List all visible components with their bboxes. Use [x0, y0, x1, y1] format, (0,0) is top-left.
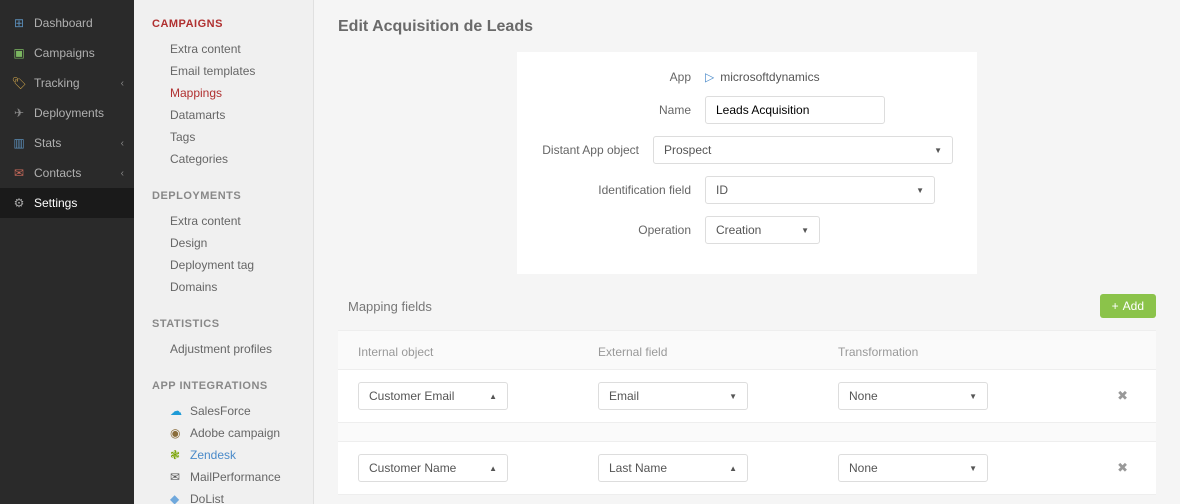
nav-label: Deployments	[34, 106, 104, 120]
sidebar-item-zendesk[interactable]: ❃Zendesk	[152, 444, 313, 466]
stats-icon: ▥	[12, 136, 26, 150]
caret-up-icon: ▲	[729, 464, 737, 473]
sidebar-item-extra-content-d[interactable]: Extra content	[152, 210, 313, 232]
nav-deployments[interactable]: ✈ Deployments	[0, 98, 134, 128]
plus-icon: +	[1112, 299, 1119, 313]
col-external: External field	[598, 345, 838, 359]
settings-sidebar: CAMPAIGNS Extra content Email templates …	[134, 0, 314, 504]
ident-label: Identification field	[541, 183, 691, 197]
sidebar-item-adobe[interactable]: ◉Adobe campaign	[152, 422, 313, 444]
add-button[interactable]: + Add	[1100, 294, 1156, 318]
caret-down-icon: ▼	[801, 226, 809, 235]
nav-contacts[interactable]: ✉ Contacts ‹	[0, 158, 134, 188]
sidebar-item-deployment-tag[interactable]: Deployment tag	[152, 254, 313, 276]
sidebar-item-tags[interactable]: Tags	[152, 126, 313, 148]
col-internal: Internal object	[358, 345, 598, 359]
sidebar-heading-campaigns: CAMPAIGNS	[152, 18, 313, 30]
main-content: Edit Acquisition de Leads App ▷ microsof…	[314, 0, 1180, 504]
nav-label: Contacts	[34, 166, 81, 180]
nav-campaigns[interactable]: ▣ Campaigns	[0, 38, 134, 68]
internal-select[interactable]: Customer Email ▲	[358, 382, 508, 410]
nav-label: Settings	[34, 196, 77, 210]
remove-row-button[interactable]: ✖	[1109, 384, 1136, 408]
nav-settings[interactable]: ⚙ Settings	[0, 188, 134, 218]
dolist-icon: ◆	[170, 492, 184, 504]
tracking-icon: 🏷	[12, 76, 26, 90]
nav-tracking[interactable]: 🏷 Tracking ‹	[0, 68, 134, 98]
name-label: Name	[541, 103, 691, 117]
chevron-left-icon: ‹	[121, 138, 124, 149]
remove-row-button[interactable]: ✖	[1109, 456, 1136, 480]
sidebar-item-domains[interactable]: Domains	[152, 276, 313, 298]
mailperformance-icon: ✉	[170, 470, 184, 484]
op-select[interactable]: Creation ▼	[705, 216, 820, 244]
adobe-icon: ◉	[170, 426, 184, 440]
sidebar-heading-deployments: DEPLOYMENTS	[152, 190, 313, 202]
nav-dashboard[interactable]: ⊞ Dashboard	[0, 8, 134, 38]
page-title: Edit Acquisition de Leads	[338, 18, 1156, 36]
microsoftdynamics-icon: ▷	[705, 70, 714, 84]
caret-down-icon: ▼	[969, 392, 977, 401]
chevron-left-icon: ‹	[121, 78, 124, 89]
internal-select[interactable]: Customer Name ▲	[358, 454, 508, 482]
sidebar-item-design[interactable]: Design	[152, 232, 313, 254]
sidebar-item-email-templates[interactable]: Email templates	[152, 60, 313, 82]
chevron-left-icon: ‹	[121, 168, 124, 179]
sidebar-item-adjustment-profiles[interactable]: Adjustment profiles	[152, 338, 313, 360]
op-label: Operation	[541, 223, 691, 237]
close-icon: ✖	[1117, 460, 1128, 475]
ident-select[interactable]: ID ▼	[705, 176, 935, 204]
distant-select[interactable]: Prospect ▼	[653, 136, 953, 164]
transformation-select[interactable]: None ▼	[838, 454, 988, 482]
zendesk-icon: ❃	[170, 448, 184, 462]
caret-down-icon: ▼	[916, 186, 924, 195]
table-row: Customer Name ▲ Last Name ▲ None ▼	[338, 441, 1156, 495]
salesforce-icon: ☁	[170, 404, 184, 418]
dashboard-icon: ⊞	[12, 16, 26, 30]
mapping-table: Internal object External field Transform…	[338, 330, 1156, 495]
nav-label: Dashboard	[34, 16, 93, 30]
sidebar-item-mailperformance[interactable]: ✉MailPerformance	[152, 466, 313, 488]
nav-label: Campaigns	[34, 46, 95, 60]
caret-down-icon: ▼	[969, 464, 977, 473]
sidebar-item-extra-content[interactable]: Extra content	[152, 38, 313, 60]
contacts-icon: ✉	[12, 166, 26, 180]
app-value: microsoftdynamics	[720, 70, 819, 84]
distant-label: Distant App object	[541, 143, 639, 157]
caret-down-icon: ▼	[934, 146, 942, 155]
mapping-section-title: Mapping fields	[338, 299, 432, 314]
col-transformation: Transformation	[838, 345, 1078, 359]
sidebar-item-categories[interactable]: Categories	[152, 148, 313, 170]
app-label: App	[541, 70, 691, 84]
caret-up-icon: ▲	[489, 464, 497, 473]
transformation-select[interactable]: None ▼	[838, 382, 988, 410]
sidebar-item-salesforce[interactable]: ☁SalesForce	[152, 400, 313, 422]
external-select[interactable]: Email ▼	[598, 382, 748, 410]
caret-down-icon: ▼	[729, 392, 737, 401]
sidebar-heading-statistics: STATISTICS	[152, 318, 313, 330]
form-card: App ▷ microsoftdynamics Name Distant App…	[517, 52, 977, 274]
caret-up-icon: ▲	[489, 392, 497, 401]
nav-label: Tracking	[34, 76, 80, 90]
sidebar-heading-app-integrations: APP INTEGRATIONS	[152, 380, 313, 392]
nav-label: Stats	[34, 136, 61, 150]
deployments-icon: ✈	[12, 106, 26, 120]
sidebar-item-datamarts[interactable]: Datamarts	[152, 104, 313, 126]
campaigns-icon: ▣	[12, 46, 26, 60]
table-row: Customer Email ▲ Email ▼ None ▼	[338, 369, 1156, 423]
nav-stats[interactable]: ▥ Stats ‹	[0, 128, 134, 158]
sidebar-item-mappings[interactable]: Mappings	[152, 82, 313, 104]
sidebar-item-dolist[interactable]: ◆DoList	[152, 488, 313, 504]
close-icon: ✖	[1117, 388, 1128, 403]
gear-icon: ⚙	[12, 196, 26, 210]
name-input[interactable]	[705, 96, 885, 124]
external-select[interactable]: Last Name ▲	[598, 454, 748, 482]
main-nav: ⊞ Dashboard ▣ Campaigns 🏷 Tracking ‹ ✈ D…	[0, 0, 134, 504]
